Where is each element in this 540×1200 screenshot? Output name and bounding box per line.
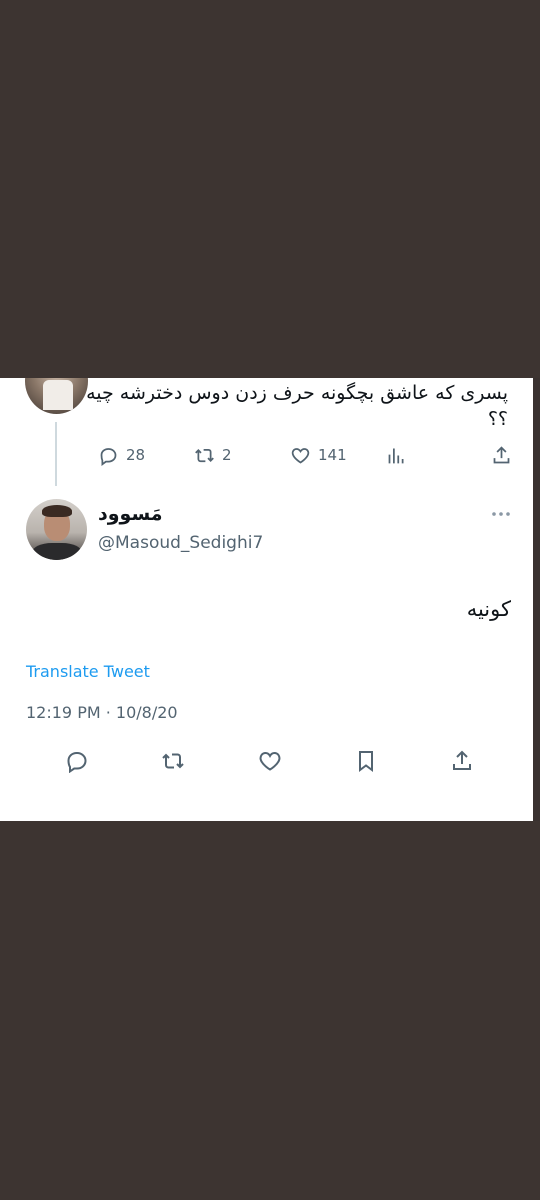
parent-tweet-text: پسری که عاشق بچگونه حرف زدن دوس دخترشه چ… — [86, 382, 508, 430]
parent-tweet-metrics: 28 2 141 — [98, 442, 518, 468]
reply-count: 28 — [126, 446, 146, 464]
like-icon — [259, 751, 281, 771]
bookmark-action-button[interactable] — [351, 746, 381, 776]
retweet-count: 2 — [222, 446, 232, 464]
reply-icon — [100, 447, 117, 466]
display-name[interactable]: مَسوود — [98, 503, 163, 525]
retweet-icon — [195, 448, 214, 462]
reply-avatar[interactable] — [26, 499, 87, 560]
views-icon — [388, 448, 404, 463]
tweet-action-bar — [0, 746, 533, 776]
like-action-button[interactable] — [255, 746, 285, 776]
share-icon — [453, 750, 471, 770]
like-count: 141 — [318, 446, 347, 464]
more-icon[interactable] — [490, 507, 512, 521]
views-button[interactable] — [386, 442, 407, 468]
reply-button[interactable]: 28 — [98, 442, 145, 468]
reply-action-button[interactable] — [62, 746, 92, 776]
share-action-button[interactable] — [447, 746, 477, 776]
card-edge-shadow — [533, 378, 540, 821]
retweet-action-button[interactable] — [158, 746, 188, 776]
translate-link[interactable]: Translate Tweet — [26, 662, 150, 681]
like-icon — [291, 447, 310, 464]
retweet-button[interactable]: 2 — [194, 442, 232, 468]
retweet-icon — [162, 753, 184, 769]
avatar-hair — [42, 505, 72, 517]
thread-line — [55, 422, 57, 486]
tweet-timestamp[interactable]: 12:19 PM · 10/8/20 — [26, 703, 178, 722]
user-handle[interactable]: @Masoud_Sedighi7 — [98, 533, 263, 553]
reply-tweet-text: کونیه — [466, 597, 511, 621]
like-button[interactable]: 141 — [290, 442, 347, 468]
share-button[interactable] — [491, 442, 512, 468]
reply-icon — [67, 752, 87, 773]
bookmark-icon — [359, 751, 373, 772]
share-icon — [493, 445, 510, 463]
avatar-shirt — [43, 380, 73, 410]
tweet-card: پسری که عاشق بچگونه حرف زدن دوس دخترشه چ… — [0, 378, 533, 821]
avatar-body — [32, 543, 82, 560]
